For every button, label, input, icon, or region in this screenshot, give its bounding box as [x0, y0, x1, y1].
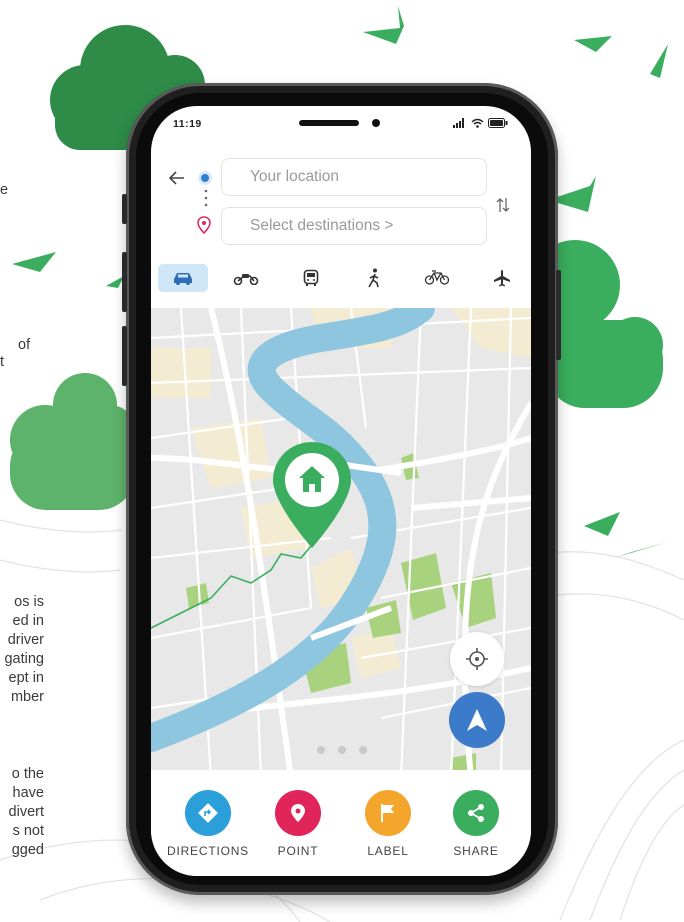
phone-power-button — [556, 270, 561, 360]
point-label: POINT — [277, 844, 319, 858]
destination-input[interactable]: Select destinations > — [221, 207, 487, 245]
navigate-button[interactable] — [449, 692, 505, 748]
point-icon-circle — [275, 790, 321, 836]
status-time: 11:19 — [173, 118, 202, 130]
phone-volume-up — [122, 252, 127, 312]
flag-icon — [381, 804, 394, 822]
side-text-line: s not — [12, 823, 44, 839]
origin-input[interactable]: Your location — [221, 158, 487, 196]
earpiece-speaker — [299, 120, 359, 126]
label-icon-circle — [365, 790, 411, 836]
back-arrow-icon[interactable] — [167, 168, 187, 188]
bus-icon — [303, 269, 319, 286]
directions-label: DIRECTIONS — [166, 844, 249, 858]
side-text-line: ept in — [8, 670, 44, 686]
label-label: LABEL — [367, 844, 409, 858]
front-camera — [372, 119, 380, 127]
destination-pin-icon — [197, 216, 211, 234]
directions-icon-circle — [185, 790, 231, 836]
route-connector — [204, 189, 208, 207]
side-text-line: gating — [4, 651, 44, 667]
directions-icon — [198, 803, 218, 823]
label-button[interactable]: LABEL — [345, 790, 431, 858]
transport-walk[interactable] — [349, 264, 399, 292]
directions-button[interactable]: DIRECTIONS — [165, 790, 251, 858]
signal-icon — [453, 118, 464, 128]
map-pin-icon — [291, 804, 305, 822]
transport-motorbike[interactable] — [221, 264, 271, 292]
transport-bus[interactable] — [286, 264, 336, 292]
action-bar: DIRECTIONS POINT LABEL SHARE — [151, 770, 531, 876]
transport-bicycle[interactable] — [412, 264, 462, 292]
app-screen: 11:19 Your location Select destinations … — [151, 106, 531, 876]
side-text-line: mber — [10, 689, 44, 705]
point-button[interactable]: POINT — [255, 790, 341, 858]
swap-direction-icon[interactable] — [495, 196, 511, 214]
share-button[interactable]: SHARE — [433, 790, 519, 858]
side-text-line: gged — [11, 842, 44, 858]
share-label: SHARE — [453, 844, 499, 858]
side-text-line: ed in — [12, 613, 44, 629]
transport-car[interactable] — [158, 264, 208, 292]
plane-icon — [494, 270, 510, 287]
phone-volume-down — [122, 326, 127, 386]
home-location-pin[interactable] — [271, 440, 353, 550]
walk-icon — [368, 268, 379, 288]
bicycle-icon — [424, 270, 450, 285]
motorbike-icon — [233, 274, 259, 285]
side-text-line: driver — [7, 632, 44, 648]
side-text-line: o the — [11, 766, 44, 782]
transport-plane[interactable] — [477, 264, 527, 292]
side-text-line: os is — [14, 594, 44, 610]
side-text-mid-1: of — [18, 337, 31, 353]
side-text-top: e — [0, 182, 9, 198]
side-text-line: divert — [8, 804, 44, 820]
crosshair-icon — [466, 648, 488, 670]
status-icons — [453, 117, 508, 129]
origin-dot-icon — [198, 171, 212, 185]
wifi-icon — [471, 118, 484, 128]
recenter-button[interactable] — [450, 632, 504, 686]
cloud-left — [10, 373, 135, 510]
car-icon — [174, 273, 192, 285]
share-icon-circle — [453, 790, 499, 836]
phone-mute-switch — [122, 194, 127, 224]
battery-icon — [488, 118, 508, 128]
share-icon — [468, 804, 484, 822]
navigation-arrow-icon — [467, 709, 487, 731]
side-text-line: have — [12, 785, 44, 801]
side-text-mid-2: t — [0, 354, 5, 370]
